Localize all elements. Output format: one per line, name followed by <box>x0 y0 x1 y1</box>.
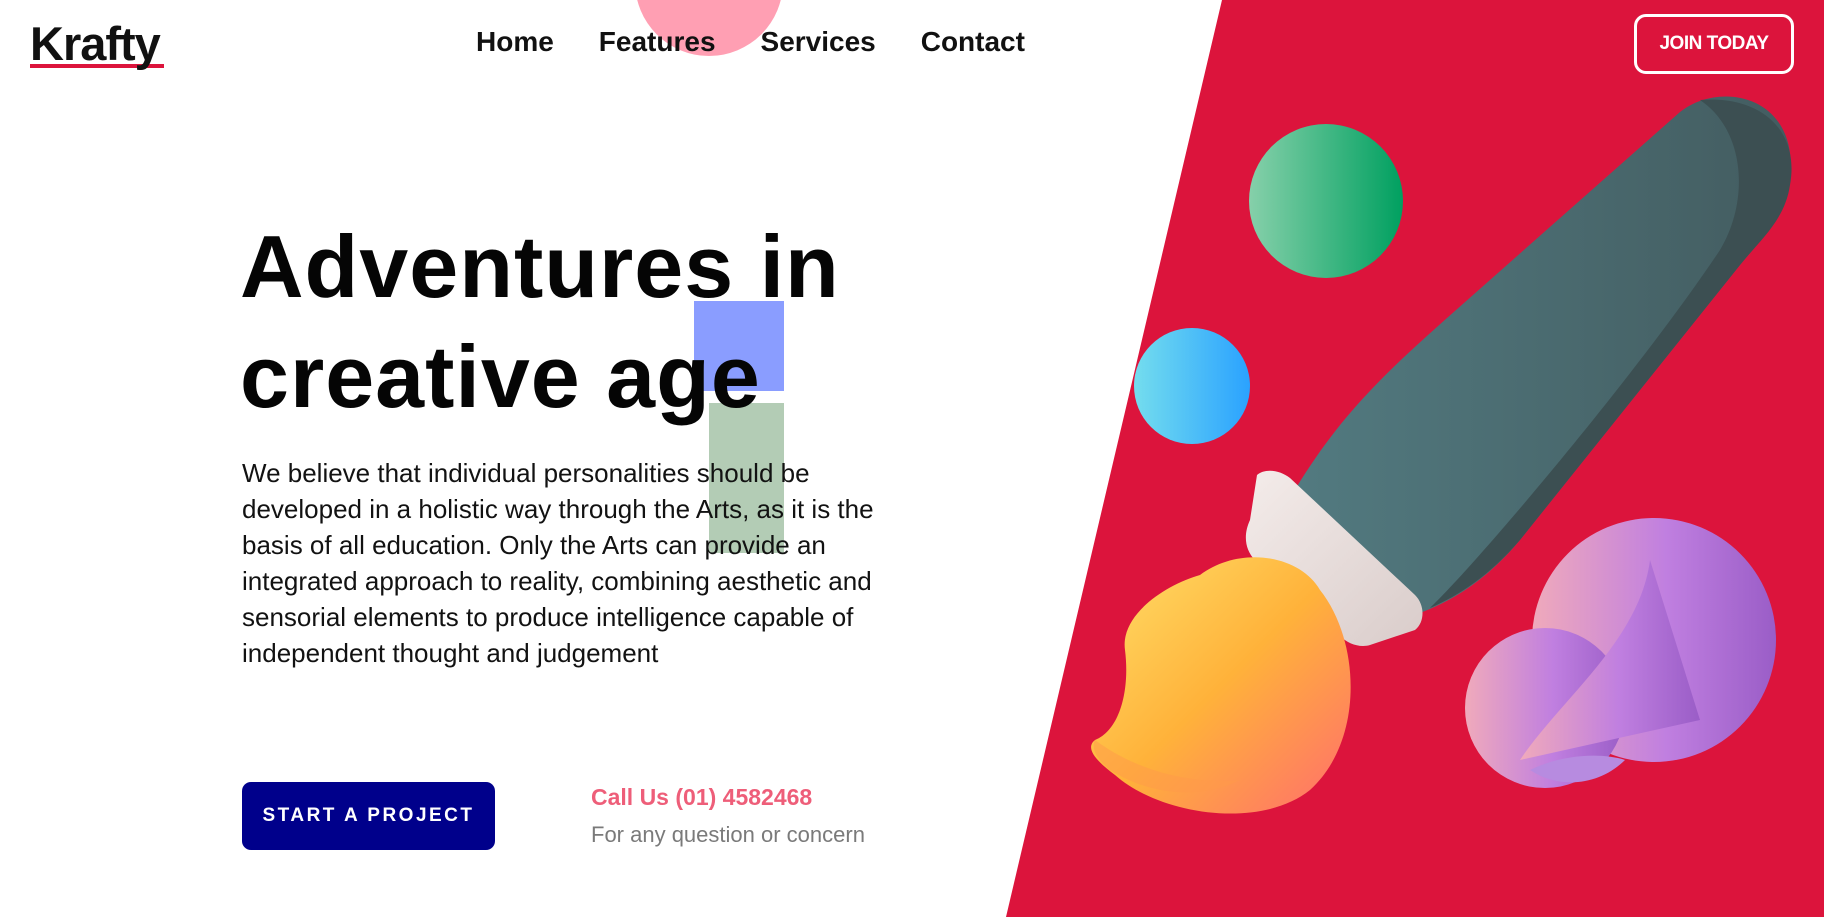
hero-title-line-1: Adventures in <box>240 217 840 316</box>
join-today-button[interactable]: JOIN TODAY <box>1634 14 1794 74</box>
call-us-phone[interactable]: Call Us (01) 4582468 <box>591 784 812 811</box>
main-navigation: Home Features Services Contact <box>476 26 1025 58</box>
hero-title-line-2: creative age <box>240 327 761 426</box>
hero-title: Adventures in creative age <box>240 212 880 432</box>
nav-item-home[interactable]: Home <box>476 26 554 58</box>
nav-item-contact[interactable]: Contact <box>921 26 1025 58</box>
hero-description: We believe that individual personalities… <box>242 458 874 668</box>
nav-item-services[interactable]: Services <box>761 26 876 58</box>
brand-logo[interactable]: Krafty <box>30 16 161 71</box>
nav-item-features[interactable]: Features <box>599 26 716 58</box>
start-project-button[interactable]: START A PROJECT <box>242 782 495 850</box>
call-us-subtitle: For any question or concern <box>591 822 865 847</box>
